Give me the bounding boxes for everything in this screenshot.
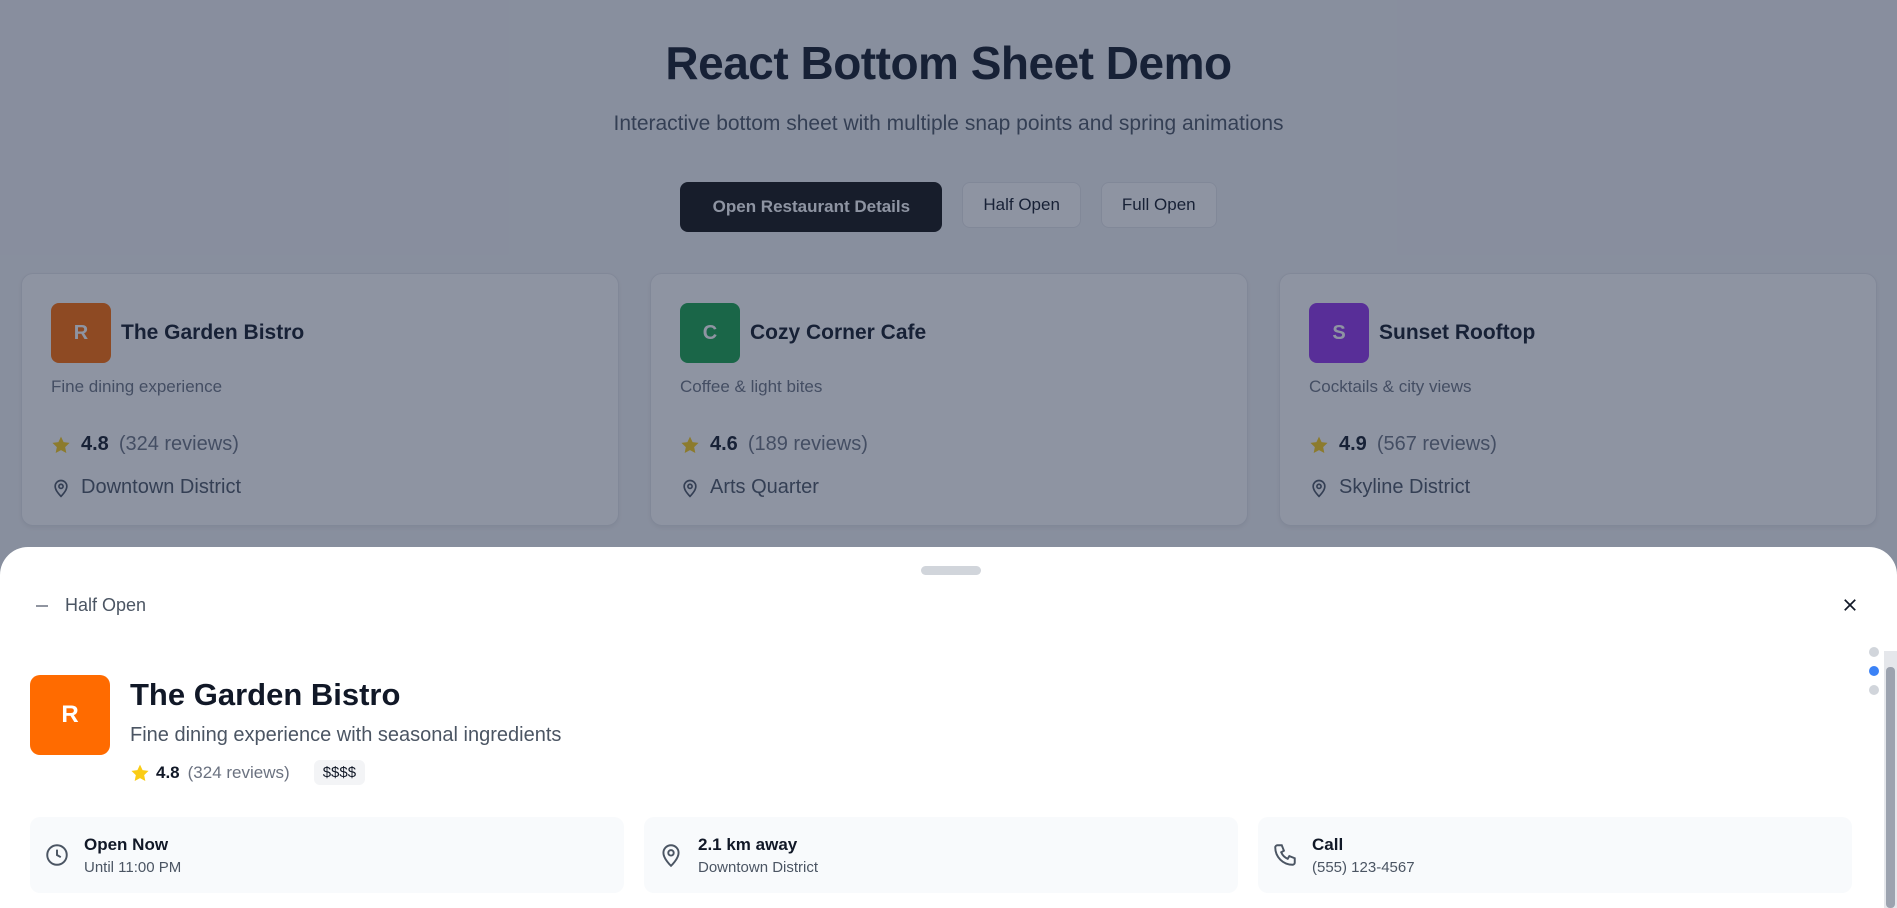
detail-rating-value: 4.8	[156, 762, 180, 782]
snap-dot[interactable]	[1869, 685, 1879, 695]
detail-description: Fine dining experience with seasonal ing…	[130, 724, 562, 746]
detail-restaurant-name: The Garden Bistro	[130, 677, 401, 712]
sheet-state: Half Open	[33, 595, 146, 616]
close-button[interactable]	[1836, 591, 1864, 619]
info-subtitle: Until 11:00 PM	[84, 858, 182, 876]
map-pin-icon	[662, 844, 680, 868]
info-subtitle: Downtown District	[698, 858, 819, 876]
minus-icon	[36, 604, 48, 607]
info-title: 2.1 km away	[698, 834, 798, 854]
snap-dot[interactable]	[1869, 647, 1879, 657]
info-text: 2.1 km away Downtown District	[698, 835, 818, 876]
scrollbar-thumb[interactable]	[1886, 667, 1895, 908]
close-icon	[1844, 599, 1856, 611]
hours-card[interactable]: Open Now Until 11:00 PM	[30, 817, 624, 893]
info-subtitle: (555) 123-4567	[1312, 858, 1415, 876]
star-icon	[131, 764, 149, 781]
snap-dot-active[interactable]	[1869, 666, 1879, 676]
price-badge: $$$$	[313, 760, 366, 785]
info-text: Open Now Until 11:00 PM	[84, 835, 181, 876]
bottom-sheet: Half Open R The Garden Bistro Fine dinin…	[0, 547, 1897, 908]
info-title: Open Now	[84, 834, 169, 854]
snap-point-indicator	[1869, 647, 1879, 695]
detail-rating: 4.8 (324 reviews) $$$$	[130, 760, 366, 785]
info-title: Call	[1312, 834, 1344, 854]
sheet-state-label: Half Open	[65, 595, 147, 615]
distance-card[interactable]: 2.1 km away Downtown District	[644, 817, 1238, 893]
detail-avatar: R	[30, 675, 110, 755]
drag-handle[interactable]	[921, 566, 981, 575]
info-cards: Open Now Until 11:00 PM 2.1 km away Down…	[30, 817, 1852, 893]
phone-icon	[1274, 844, 1296, 866]
clock-icon	[46, 844, 68, 866]
detail-review-count: (324 reviews)	[187, 762, 290, 782]
call-card[interactable]: Call (555) 123-4567	[1258, 817, 1852, 893]
info-text: Call (555) 123-4567	[1312, 835, 1415, 876]
